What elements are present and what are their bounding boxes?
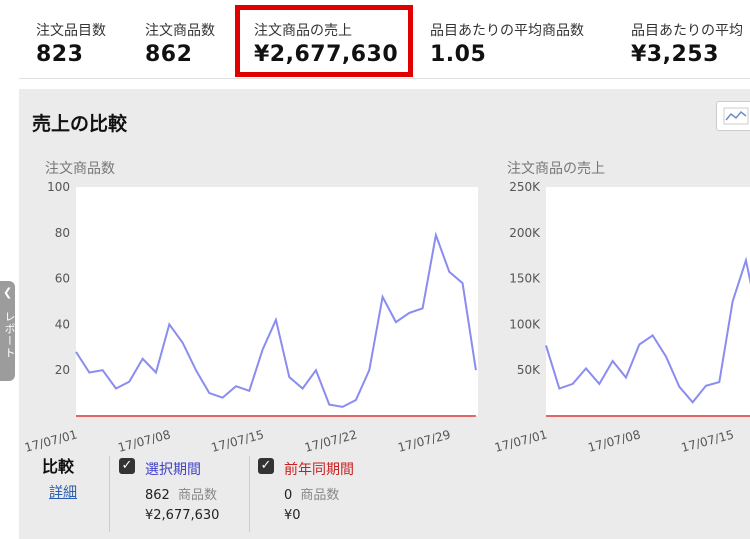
chart1-x-tick-label: 17/07/22: [303, 427, 359, 454]
selected-count-row: 862 商品数: [145, 484, 217, 503]
legend-divider-1: [109, 456, 110, 532]
chart1-x-tick-label: 17/07/08: [116, 427, 172, 454]
chart2-y-tick-label: 100K: [509, 317, 541, 331]
chart2-series-selected: [545, 256, 750, 404]
previous-sales: ¥0: [284, 508, 301, 523]
selected-count-unit: 商品数: [177, 488, 217, 503]
chart2-x-tick-label: 17/07/01: [493, 427, 549, 454]
legend-divider-2: [249, 456, 250, 532]
chart1-y-tick-label: 40: [55, 317, 70, 331]
selected-period-checkbox[interactable]: ✓: [119, 458, 135, 474]
previous-count-row: 0 商品数: [284, 484, 339, 503]
chart2-x-tick-label: 17/07/15: [680, 427, 736, 454]
chart1-series-selected: [75, 231, 477, 408]
chart2-x-tick-label: 17/07/08: [586, 427, 642, 454]
chart1-y-tick-label: 80: [55, 226, 70, 240]
chart1-y-tick-label: 60: [55, 272, 70, 286]
selected-count: 862: [145, 488, 170, 503]
chart2-y-tick-label: 200K: [509, 226, 541, 240]
chart2-y-tick-label: 150K: [509, 272, 541, 286]
charts-svg: 100 80 60 40 20 17/07/01 17/07/08 17/07/15 17/07…: [23, 180, 750, 455]
comparison-heading: 比較: [42, 457, 75, 476]
chart2-y-tick-label: 50K: [517, 363, 541, 377]
chart2-y-tick-label: 250K: [509, 180, 541, 194]
selected-period-label: 選択期間: [145, 462, 201, 478]
checkmark-icon: ✓: [121, 458, 133, 473]
previous-count: 0: [284, 488, 293, 503]
checkmark-icon: ✓: [260, 458, 272, 473]
selected-sales: ¥2,677,630: [145, 508, 220, 523]
previous-year-checkbox[interactable]: ✓: [258, 458, 274, 474]
chart1-y-tick-label: 100: [47, 180, 70, 194]
previous-year-label: 前年同期間: [284, 462, 354, 478]
chart1-y-tick-label: 20: [55, 363, 70, 377]
detail-link[interactable]: 詳細: [49, 482, 77, 502]
previous-count-unit: 商品数: [300, 488, 340, 503]
chart1-x-tick-label: 17/07/29: [396, 427, 452, 454]
chart1-x-tick-label: 17/07/01: [23, 427, 79, 454]
chart1-x-tick-label: 17/07/15: [210, 427, 266, 454]
